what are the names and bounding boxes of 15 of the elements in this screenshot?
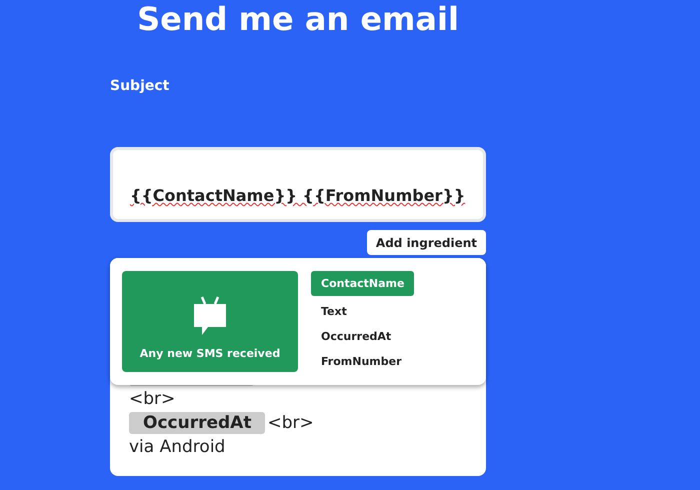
- body-field[interactable]: Any new SMS received ContactName Text OccurredAt FromNumber <br> OccurredAt <br> via Android: [110, 258, 486, 476]
- subject-label: Subject: [110, 78, 170, 96]
- body-text: <br>: [267, 413, 314, 433]
- trigger-name: Any new SMS received: [140, 347, 280, 360]
- page-title: Send me an email: [136, 0, 460, 38]
- ingredient-option[interactable]: FromNumber: [311, 353, 412, 371]
- chat-icon: [192, 295, 228, 337]
- ingredient-option[interactable]: ContactName: [311, 271, 414, 296]
- body-text: via Android: [129, 437, 226, 457]
- ingredient-chip[interactable]: OccurredAt: [129, 412, 266, 434]
- add-ingredient-button[interactable]: Add ingredient: [366, 230, 486, 255]
- ingredient-option[interactable]: OccurredAt: [311, 328, 402, 346]
- subject-field[interactable]: {{ContactName}} {{FromNumber}}: [110, 147, 486, 222]
- ingredient-option[interactable]: Text: [311, 303, 357, 321]
- body-text: <br>: [129, 389, 176, 409]
